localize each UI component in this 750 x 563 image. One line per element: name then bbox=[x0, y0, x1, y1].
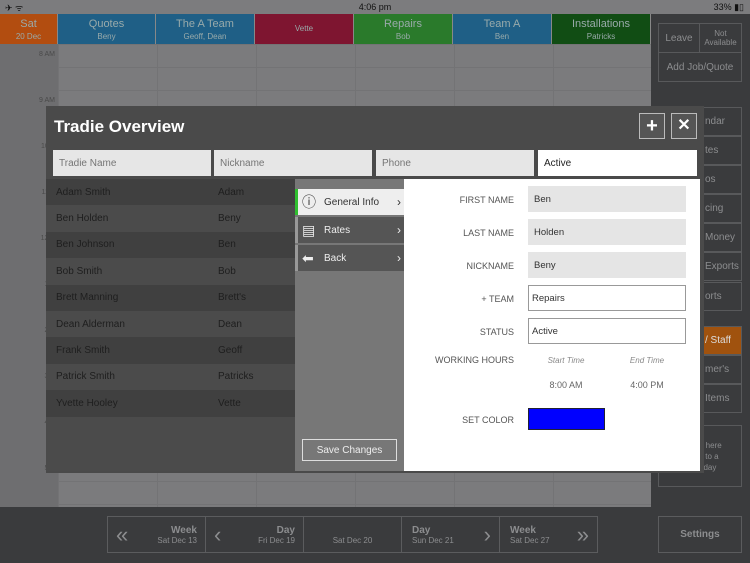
set-color-label: SET COLOR bbox=[462, 415, 514, 425]
status-field[interactable]: Active bbox=[528, 318, 686, 344]
next-week-button[interactable]: » Week Sat Dec 27 bbox=[499, 516, 598, 553]
team-field[interactable]: Repairs bbox=[528, 285, 686, 311]
prev-day-button[interactable]: ‹ Day Fri Dec 19 bbox=[205, 516, 304, 553]
tradie-name: Frank Smith bbox=[56, 345, 110, 357]
detail-menu: ⓘ General Info › ▤ Rates › ⬅ Back › bbox=[295, 179, 404, 471]
time-label: 9 AM bbox=[39, 97, 55, 104]
today-button[interactable]: Sat Dec 20 bbox=[303, 516, 402, 553]
nickname-input[interactable] bbox=[214, 150, 372, 176]
info-icon: ⓘ bbox=[302, 194, 316, 210]
menu-general-info[interactable]: ⓘ General Info › bbox=[295, 189, 404, 215]
first-name-field[interactable]: Ben bbox=[528, 186, 686, 212]
team-column-header[interactable]: The A Team Geoff, Dean bbox=[156, 14, 255, 44]
tradie-nickname: Bob bbox=[218, 265, 236, 277]
tradie-nickname: Ben bbox=[218, 239, 236, 251]
color-swatch[interactable] bbox=[528, 408, 605, 430]
tradie-row[interactable]: Ben Holden Beny bbox=[46, 205, 295, 231]
team-label[interactable]: + TEAM bbox=[481, 294, 514, 304]
prev-week-button[interactable]: « Week Sat Dec 13 bbox=[107, 516, 206, 553]
save-changes-button[interactable]: Save Changes bbox=[302, 439, 397, 461]
team-column-header[interactable]: Vette bbox=[255, 14, 354, 44]
close-button[interactable]: ✕ bbox=[671, 113, 697, 139]
general-info-panel: FIRST NAME Ben LAST NAME Holden NICKNAME… bbox=[404, 179, 700, 471]
last-name-field[interactable]: Holden bbox=[528, 219, 686, 245]
tradie-row[interactable]: Dean Alderman Dean bbox=[46, 311, 295, 337]
tradie-row[interactable]: Ben Johnson Ben bbox=[46, 231, 295, 259]
start-time-label: Start Time bbox=[547, 356, 585, 365]
team-column-header[interactable]: Team A Ben bbox=[453, 14, 552, 44]
nickname-label: NICKNAME bbox=[466, 261, 514, 271]
clock: 4:06 pm bbox=[358, 2, 392, 12]
tradie-name: Bob Smith bbox=[56, 265, 103, 277]
back-arrow-icon: ⬅ bbox=[302, 249, 314, 266]
add-job-quote-button[interactable]: Add Job/Quote bbox=[658, 52, 742, 82]
tradie-name-input[interactable] bbox=[53, 150, 211, 176]
start-time-field[interactable]: 8:00 AM bbox=[531, 380, 601, 390]
tradie-nickname: Dean bbox=[218, 318, 242, 330]
menu-rates[interactable]: ▤ Rates › bbox=[295, 217, 404, 243]
tradie-name: Yvette Hooley bbox=[56, 397, 118, 409]
chevron-right-icon: › bbox=[483, 522, 491, 547]
team-column-header[interactable]: Repairs Bob bbox=[354, 14, 453, 44]
tradie-row[interactable]: Frank Smith Geoff bbox=[46, 337, 295, 364]
money-icon: ▤ bbox=[302, 221, 316, 238]
date-header[interactable]: Sat 20 Dec bbox=[0, 14, 58, 44]
double-chevron-left-icon: « bbox=[116, 522, 129, 547]
team-column-header[interactable]: Installations Patricks bbox=[552, 14, 651, 44]
double-chevron-right-icon: » bbox=[576, 522, 589, 547]
status-filter[interactable] bbox=[538, 150, 697, 176]
status-bar: ✈ ᯤ 4:06 pm 33% ▮▯ bbox=[0, 0, 750, 14]
end-time-field[interactable]: 4:00 PM bbox=[612, 380, 682, 390]
modal-title: Tradie Overview bbox=[54, 117, 185, 136]
tradie-row[interactable]: Adam Smith Adam bbox=[46, 179, 295, 206]
tradie-name: Ben Holden bbox=[56, 213, 109, 225]
tradie-nickname: Geoff bbox=[218, 345, 243, 357]
tradie-nickname: Patricks bbox=[218, 371, 254, 383]
chevron-right-icon: › bbox=[397, 195, 401, 209]
tradie-nickname: Beny bbox=[218, 213, 241, 225]
menu-back[interactable]: ⬅ Back › bbox=[295, 245, 404, 271]
tradie-row[interactable]: Bob Smith Bob bbox=[46, 258, 295, 284]
chevron-left-icon: ‹ bbox=[214, 522, 222, 547]
working-hours-label: WORKING HOURS bbox=[434, 355, 514, 365]
tradie-list: Adam Smith Adam Ben Holden Beny Ben Johnson B… bbox=[46, 179, 295, 471]
tradie-row[interactable]: Yvette Hooley Vette bbox=[46, 390, 295, 417]
tradie-name: Adam Smith bbox=[56, 186, 111, 198]
tradie-name: Ben Johnson bbox=[56, 239, 115, 251]
team-column-header[interactable]: Quotes Beny bbox=[58, 14, 156, 44]
tradie-row[interactable]: Patrick Smith Patricks bbox=[46, 364, 295, 390]
chevron-right-icon: › bbox=[397, 223, 401, 237]
add-tradie-button[interactable]: + bbox=[639, 113, 665, 139]
status-label: STATUS bbox=[479, 327, 514, 337]
battery: 33% ▮▯ bbox=[713, 2, 744, 12]
settings-button[interactable]: Settings bbox=[658, 516, 742, 553]
tradie-name: Dean Alderman bbox=[56, 318, 125, 330]
tradie-nickname: Vette bbox=[218, 397, 241, 409]
end-time-label: End Time bbox=[629, 356, 665, 365]
tradie-overview-modal: Tradie Overview + ✕ Adam Smith Adam Ben Ho… bbox=[46, 106, 704, 473]
time-label: 8 AM bbox=[39, 51, 55, 58]
next-day-button[interactable]: › Day Sun Dec 21 bbox=[401, 516, 500, 553]
tradie-name: Patrick Smith bbox=[56, 371, 115, 383]
tradie-row[interactable]: Brett Manning Brett's bbox=[46, 284, 295, 311]
phone-input[interactable] bbox=[376, 150, 534, 176]
first-name-label: FIRST NAME bbox=[459, 195, 514, 205]
nickname-field[interactable]: Beny bbox=[528, 252, 686, 278]
leave-button[interactable]: Leave bbox=[658, 23, 700, 53]
tradie-name: Brett Manning bbox=[56, 292, 119, 304]
tradie-nickname: Adam bbox=[218, 186, 245, 198]
tradie-nickname: Brett's bbox=[218, 292, 247, 304]
not-available-button[interactable]: Not Available bbox=[699, 23, 742, 53]
chevron-right-icon: › bbox=[397, 251, 401, 265]
last-name-label: LAST NAME bbox=[463, 228, 514, 238]
